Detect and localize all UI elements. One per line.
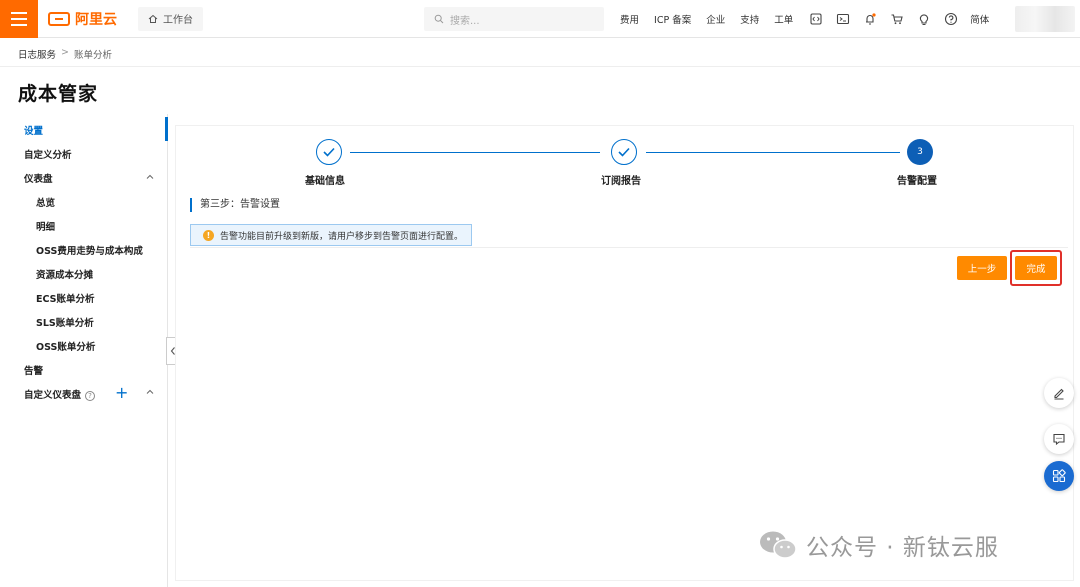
logo-text: 阿里云	[75, 11, 117, 28]
step-label: 告警配置	[897, 176, 937, 187]
warning-icon: !	[203, 229, 214, 241]
step-connector	[350, 152, 600, 153]
avatar[interactable]	[1015, 6, 1075, 32]
top-nav: 费用 ICP 备案 企业 支持 工单 简体	[620, 0, 1004, 38]
search-input[interactable]: 搜索...	[424, 7, 604, 31]
nav-icp[interactable]: ICP 备案	[654, 12, 691, 26]
search-placeholder: 搜索...	[450, 15, 480, 27]
sidebar-item-overview[interactable]: 总览	[36, 195, 55, 209]
sidebar-item-custom-dashboard[interactable]: 自定义仪表盘?	[24, 387, 96, 401]
top-bar: 阿里云 工作台 搜索... 费用 ICP 备案 企业 支持 工单 简体	[0, 0, 1080, 38]
watermark: 公众号 · 新钛云服	[758, 528, 999, 562]
step-connector	[646, 152, 900, 153]
step-2-check-icon	[611, 139, 637, 165]
search-icon	[434, 14, 444, 24]
workbench-button[interactable]: 工作台	[138, 6, 203, 31]
highlight-box	[1010, 250, 1062, 286]
logo-mark-icon	[48, 11, 70, 26]
nav-enterprise[interactable]: 企业	[706, 12, 725, 26]
sidebar-item-resource-cost[interactable]: 资源成本分摊	[36, 267, 93, 281]
step-3-number: 3	[907, 139, 933, 165]
sidebar-item-alert[interactable]: 告警	[24, 363, 43, 377]
alert-text: 告警功能目前升级到新版，请用户移步到告警页面进行配置。	[220, 231, 464, 242]
pencil-icon	[1054, 388, 1064, 400]
home-icon	[148, 14, 158, 23]
main-panel	[175, 125, 1074, 581]
page-title: 成本管家	[18, 83, 99, 105]
edit-button[interactable]	[1044, 378, 1074, 408]
question-icon[interactable]: ?	[85, 390, 96, 401]
watermark-text: 公众号 · 新钛云服	[806, 535, 999, 561]
code-icon[interactable]	[808, 11, 824, 27]
sidebar-item-custom-dashboard-label: 自定义仪表盘	[24, 390, 82, 401]
divider	[190, 247, 1068, 248]
sidebar-item-custom-analysis[interactable]: 自定义分析	[24, 147, 72, 161]
nav-fees[interactable]: 费用	[620, 12, 639, 26]
chevron-up-icon[interactable]	[146, 173, 154, 181]
breadcrumb-current: 账单分析	[73, 50, 112, 61]
sidebar-item-dashboard[interactable]: 仪表盘	[24, 171, 53, 185]
feedback-button[interactable]	[1044, 424, 1074, 454]
prev-step-button[interactable]: 上一步	[957, 256, 1007, 280]
language-switch[interactable]: 简体	[970, 12, 989, 26]
breadcrumb-root[interactable]: 日志服务	[18, 47, 56, 61]
sidebar-item-settings[interactable]: 设置	[24, 123, 43, 137]
wechat-icon	[760, 531, 797, 559]
nav-support[interactable]: 支持	[740, 12, 759, 26]
bell-icon[interactable]	[862, 11, 878, 27]
active-indicator	[165, 117, 168, 141]
sidebar: 设置 自定义分析 仪表盘 总览 明细 OSS费用走势与成本构成 资源成本分摊 E…	[0, 114, 168, 587]
section-title: 第三步：告警设置	[190, 198, 280, 212]
sidebar-item-oss-cost-trend[interactable]: OSS费用走势与成本构成	[36, 243, 143, 257]
breadcrumb: 日志服务 > 账单分析	[18, 47, 112, 61]
step-label: 基础信息	[305, 176, 345, 187]
info-alert: ! 告警功能目前升级到新版，请用户移步到告警页面进行配置。	[190, 224, 473, 246]
grid-icon	[1052, 469, 1066, 483]
lightbulb-icon[interactable]	[916, 11, 932, 27]
sidebar-item-ecs-bill[interactable]: ECS账单分析	[36, 291, 94, 305]
apps-button[interactable]	[1044, 461, 1074, 491]
workbench-label: 工作台	[163, 15, 193, 26]
sidebar-item-sls-bill[interactable]: SLS账单分析	[36, 315, 94, 329]
nav-ticket[interactable]: 工单	[774, 12, 793, 26]
step-1-check-icon	[316, 139, 342, 165]
add-icon[interactable]: +	[115, 385, 128, 401]
logo[interactable]: 阿里云	[48, 9, 117, 29]
chat-icon	[1053, 433, 1065, 446]
chevron-up-icon[interactable]	[146, 388, 154, 396]
step-label: 订阅报告	[601, 176, 641, 187]
cart-icon[interactable]	[889, 11, 905, 27]
breadcrumb-separator-icon: >	[61, 47, 69, 58]
divider	[0, 66, 1080, 67]
sidebar-item-detail[interactable]: 明细	[36, 219, 55, 233]
sidebar-item-oss-bill[interactable]: OSS账单分析	[36, 339, 95, 353]
menu-icon[interactable]	[0, 0, 38, 38]
help-icon[interactable]	[943, 11, 959, 27]
terminal-icon[interactable]	[835, 11, 851, 27]
